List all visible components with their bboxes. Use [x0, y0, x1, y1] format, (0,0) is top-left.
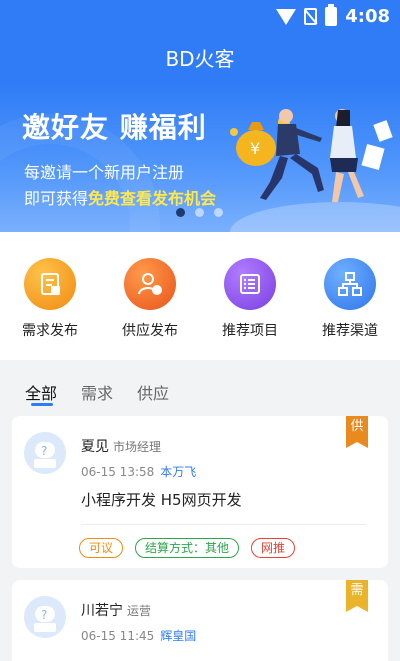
- banner-headline: 邀好友 赚福利: [22, 111, 207, 144]
- poster-role: 市场经理: [113, 440, 162, 454]
- quick-action-demand-publish[interactable]: 需求发布: [0, 258, 100, 340]
- poster-name: 川若宁 运营: [81, 600, 151, 620]
- wifi-icon: [276, 8, 297, 25]
- quick-action-recommended-projects[interactable]: 推荐项目: [200, 258, 300, 340]
- quick-action-label: 推荐项目: [222, 323, 278, 339]
- post-time: 06-15 11:45: [81, 629, 155, 643]
- tab-all[interactable]: 全部: [25, 380, 57, 404]
- battery-charging-icon: [325, 4, 338, 26]
- project-list-icon: [224, 258, 276, 310]
- post-tags: 可议 结算方式：其他 网推: [79, 538, 296, 558]
- post-meta: 06-15 13:58 本万飞: [81, 463, 196, 480]
- filter-tabs: 全部 需求 供应: [0, 360, 400, 416]
- tag-negotiable: 可议: [79, 538, 124, 558]
- listing-card[interactable]: ? 川若宁 运营 06-15 11:45 辉皇国 需: [12, 580, 388, 661]
- banner-subtitle-2: 即可获得免费查看发布机会: [24, 185, 216, 209]
- banner-subtitle-2-prefix: 即可获得: [24, 189, 89, 208]
- post-time: 06-15 13:58: [81, 465, 155, 479]
- banner-subtitle-1: 每邀请一个新用户注册: [24, 163, 185, 182]
- svg-text:¥: ¥: [250, 139, 260, 158]
- quick-action-label: 推荐渠道: [322, 323, 378, 339]
- page-title: BD火客: [165, 47, 235, 71]
- banner-highlight: 免费查看发布机会: [88, 189, 217, 208]
- quick-actions: 需求发布 供应发布 推荐项目 推荐渠道: [0, 232, 400, 360]
- banner-illustration: ¥: [230, 109, 393, 202]
- status-bar: 4:08: [0, 0, 400, 34]
- demand-doc-icon: [24, 258, 76, 310]
- supply-user-icon: [124, 258, 176, 310]
- tag-channel: 网推: [251, 538, 296, 558]
- demand-ribbon-badge: 需: [346, 580, 368, 612]
- poster-org: 本万飞: [160, 465, 197, 479]
- svg-text:?: ?: [41, 608, 47, 622]
- quick-action-label: 需求发布: [22, 323, 78, 339]
- poster-name: 夏见 市场经理: [81, 436, 161, 456]
- tag-settlement: 结算方式：其他: [135, 538, 240, 558]
- channel-network-icon: [324, 258, 376, 310]
- tab-supply[interactable]: 供应: [137, 380, 169, 404]
- divider: [81, 524, 366, 525]
- active-tab-indicator: [31, 403, 53, 406]
- no-sim-icon: [304, 8, 318, 25]
- poster-name-text: 夏见: [81, 439, 109, 455]
- post-meta: 06-15 11:45 辉皇国: [81, 627, 196, 644]
- tab-demand[interactable]: 需求: [81, 380, 113, 404]
- svg-text:?: ?: [41, 444, 47, 458]
- app-bar: BD火客: [0, 34, 400, 84]
- indicator-dot: [214, 208, 223, 217]
- listing-card[interactable]: ? 夏见 市场经理 06-15 13:58 本万飞 小程序开发 H5网页开发 可议 …: [12, 416, 388, 568]
- avatar: ?: [24, 596, 66, 638]
- promo-banner[interactable]: 邀好友 赚福利 每邀请一个新用户注册 即可获得免费查看发布机会 ¥: [0, 84, 400, 232]
- poster-role: 运营: [127, 604, 152, 618]
- supply-ribbon-badge: 供: [346, 416, 368, 448]
- banner-page-indicator: [176, 208, 223, 217]
- poster-name-text: 川若宁: [81, 603, 123, 619]
- post-title: 小程序开发 H5网页开发: [81, 491, 242, 509]
- status-icons: 4:08: [276, 4, 390, 27]
- quick-action-label: 供应发布: [122, 323, 178, 339]
- quick-action-recommended-channels[interactable]: 推荐渠道: [300, 258, 400, 340]
- quick-action-supply-publish[interactable]: 供应发布: [100, 258, 200, 340]
- poster-org: 辉皇国: [160, 629, 197, 643]
- indicator-dot: [195, 208, 204, 217]
- avatar: ?: [24, 432, 66, 474]
- status-time: 4:08: [345, 6, 390, 27]
- indicator-dot: [176, 208, 185, 217]
